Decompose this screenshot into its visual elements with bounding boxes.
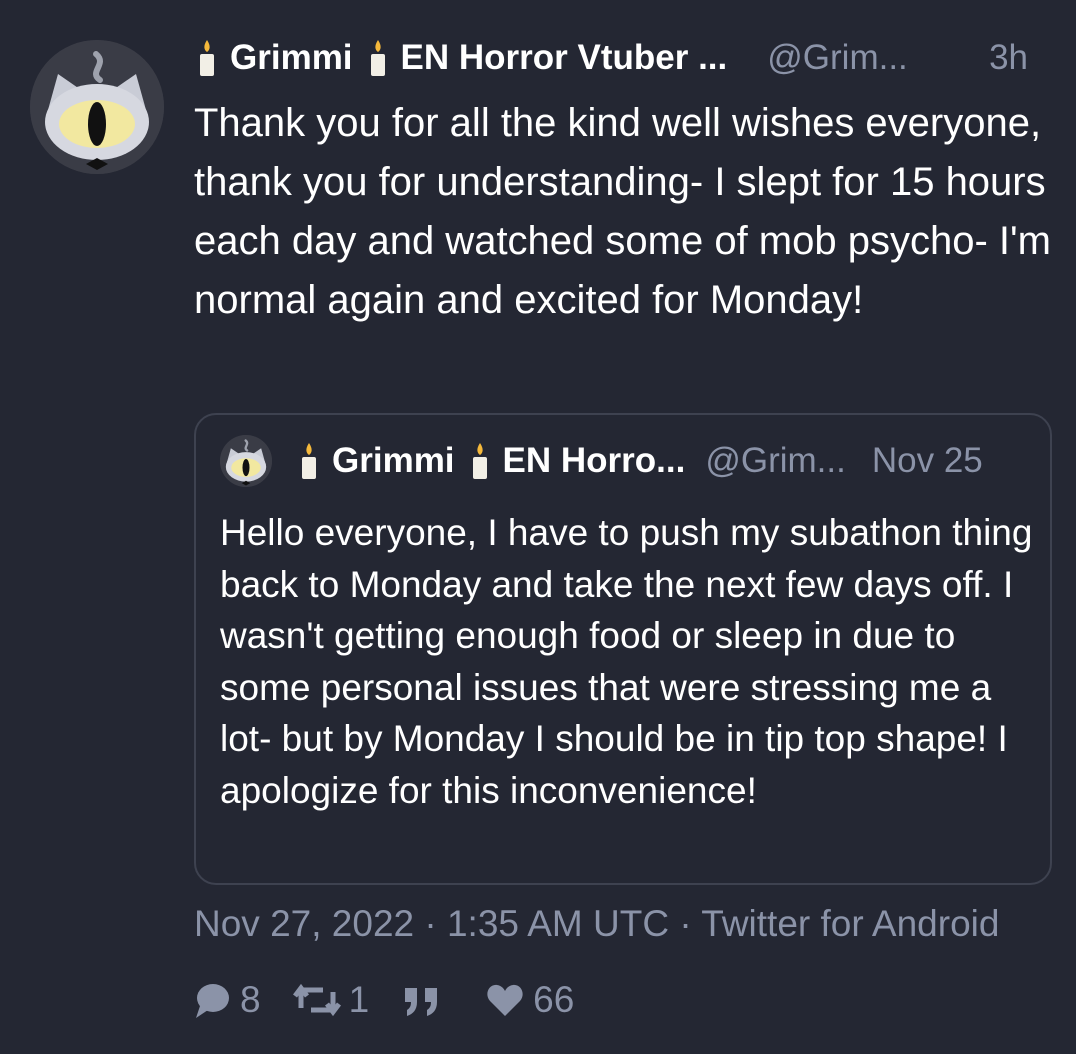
- retweet-icon: [292, 980, 349, 1020]
- reply-button[interactable]: 8: [192, 979, 261, 1021]
- tweet-timestamp[interactable]: Nov 27, 2022 · 1:35 AM UTC · Twitter for…: [194, 903, 999, 945]
- author-name-suffix[interactable]: EN Horror Vtuber ...: [401, 38, 728, 78]
- tweet: Grimmi EN Horror Vtuber ... @Grim... 3h …: [0, 0, 1076, 1054]
- tweet-header: Grimmi EN Horror Vtuber ... @Grim... 3h: [196, 34, 1056, 82]
- cat-eye-avatar-icon[interactable]: [30, 40, 164, 174]
- author-name[interactable]: Grimmi: [230, 38, 353, 78]
- heart-icon: [485, 980, 533, 1020]
- candle-icon: [298, 441, 320, 481]
- quoted-tweet-text: Hello everyone, I have to push my subath…: [220, 512, 1033, 811]
- quoted-tweet-header: Grimmi EN Horro... @Grim... Nov 25: [220, 435, 1036, 487]
- retweet-button[interactable]: 1: [292, 979, 370, 1021]
- tweet-text: Thank you for all the kind well wishes e…: [194, 101, 1051, 322]
- reply-icon: [192, 980, 240, 1020]
- candle-icon: [196, 38, 218, 78]
- quote-icon: [401, 980, 453, 1020]
- quote-button[interactable]: [401, 980, 453, 1020]
- tweet-stats: 8 1 66: [192, 976, 606, 1024]
- reply-count: 8: [240, 979, 261, 1020]
- author-handle[interactable]: @Grim...: [767, 38, 908, 78]
- like-button[interactable]: 66: [485, 979, 574, 1021]
- quoted-tweet[interactable]: Grimmi EN Horro... @Grim... Nov 25 Hello…: [194, 413, 1052, 885]
- candle-icon: [469, 441, 491, 481]
- quoted-author-name[interactable]: Grimmi: [332, 441, 455, 481]
- like-count: 66: [533, 979, 575, 1020]
- quoted-tweet-date[interactable]: Nov 25: [872, 441, 983, 481]
- quoted-author-handle[interactable]: @Grim...: [705, 441, 846, 481]
- tweet-time[interactable]: 3h: [989, 38, 1056, 78]
- cat-eye-avatar-icon[interactable]: [220, 435, 272, 487]
- quoted-author-name-suffix[interactable]: EN Horro...: [503, 441, 686, 481]
- retweet-count: 1: [348, 979, 370, 1020]
- candle-icon: [367, 38, 389, 78]
